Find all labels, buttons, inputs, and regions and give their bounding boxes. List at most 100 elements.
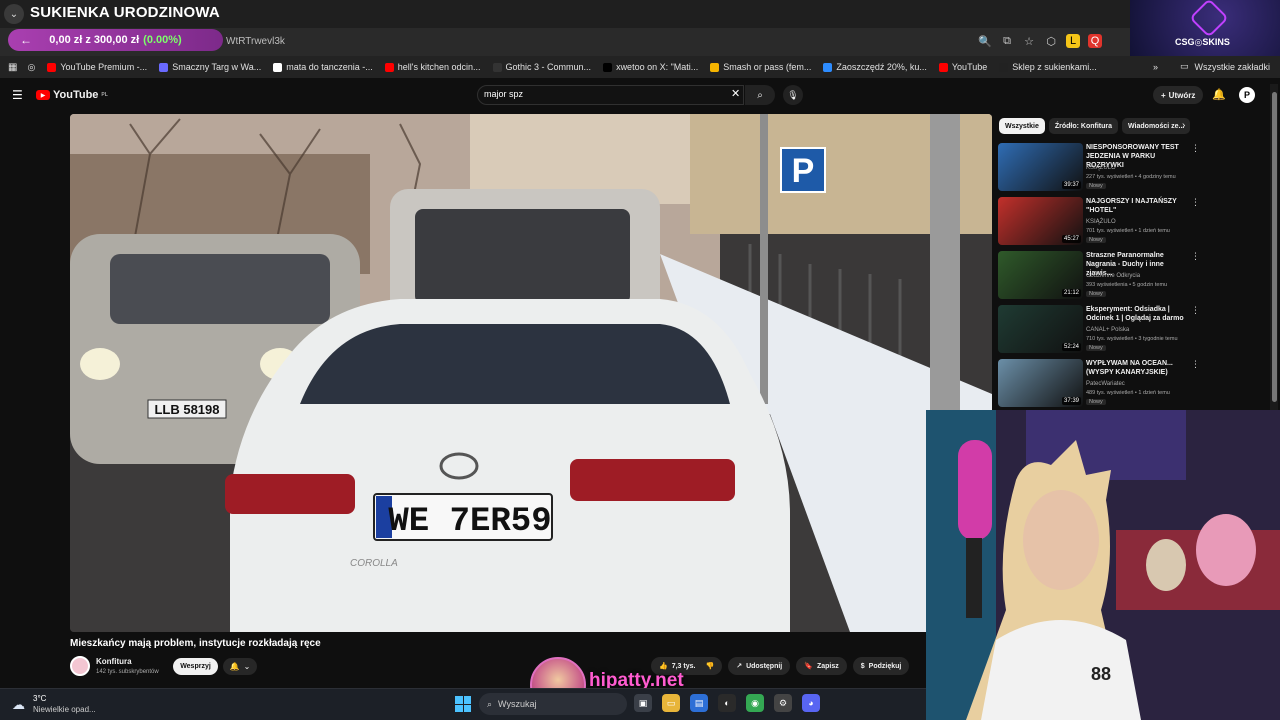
support-button[interactable]: Wesprzyj xyxy=(173,658,218,675)
video-thumbnail[interactable]: 39:37 xyxy=(998,143,1083,191)
apps-grid-icon[interactable]: ▦ xyxy=(8,62,17,73)
scrollbar-thumb[interactable] xyxy=(1272,92,1277,402)
share-button[interactable]: ↗ Udostępnij xyxy=(728,657,791,675)
video-duration: 39:37 xyxy=(1061,181,1081,189)
extension-l-icon[interactable]: L xyxy=(1066,34,1080,48)
more-options-icon[interactable]: ⋮ xyxy=(1191,197,1200,208)
extension-search-icon[interactable]: Q xyxy=(1088,34,1102,48)
new-badge: Nowy xyxy=(1086,399,1106,405)
chevron-down-icon[interactable]: ⌄ xyxy=(4,4,24,24)
settings-gear-icon[interactable]: ⚙ xyxy=(774,694,792,712)
subscription-bell-button[interactable]: 🔔 ⌄ xyxy=(223,658,257,675)
notifications-bell-icon[interactable]: 🔔 xyxy=(1212,88,1226,101)
clear-search-icon[interactable]: ✕ xyxy=(731,87,740,100)
bookmark-favicon-icon xyxy=(603,62,613,72)
like-count: 7,3 tys. xyxy=(671,662,696,670)
youtube-logo[interactable]: ▶ YouTube PL xyxy=(36,89,108,101)
windows-start-icon[interactable] xyxy=(455,696,471,712)
discord-icon[interactable]: ◕ xyxy=(802,694,820,712)
bookmark-item[interactable]: Smash or pass (fem... xyxy=(710,62,811,72)
more-options-icon[interactable]: ⋮ xyxy=(1191,305,1200,316)
cast-icon[interactable]: ⧉ xyxy=(1000,34,1014,48)
chevron-right-icon[interactable]: › xyxy=(1182,120,1185,131)
star-icon[interactable]: ☆ xyxy=(1022,34,1036,48)
all-bookmarks[interactable]: » ▭ Wszystkie zakładki xyxy=(1153,61,1270,72)
car-model-badge: COROLLA xyxy=(350,558,398,569)
url-text[interactable]: WtRTrwevl3k xyxy=(226,36,285,47)
bookmark-label: YouTube Premium -... xyxy=(60,62,148,72)
file-explorer-icon[interactable]: ▭ xyxy=(662,694,680,712)
create-button[interactable]: + Utwórz xyxy=(1153,86,1204,104)
bookmark-label: Gothic 3 - Commun... xyxy=(505,62,592,72)
cloud-rain-icon[interactable]: ☁ xyxy=(12,697,25,713)
recommended-video[interactable]: 37:39 WYPŁYWAM NA OCEAN... (WYSPY KANARYJ… xyxy=(998,359,1203,409)
video-title: Mieszkańcy mają problem, instytucje rozk… xyxy=(70,638,321,649)
more-options-icon[interactable]: ⋮ xyxy=(1191,143,1200,154)
bookmarks-bar: ▦ ◎ YouTube Premium -... Smaczny Targ w W… xyxy=(0,56,1280,78)
extension-icon[interactable]: ⬡ xyxy=(1044,34,1058,48)
bookmark-label: YouTube xyxy=(951,62,988,72)
chevron-down-icon: ⌄ xyxy=(243,662,251,671)
search-value[interactable]: major spz xyxy=(484,89,523,99)
zoom-icon[interactable]: 🔍 xyxy=(978,34,992,48)
more-bookmarks-icon[interactable]: » xyxy=(1153,62,1158,72)
recommended-channel[interactable]: CANAL+ Polska xyxy=(1086,327,1129,333)
recommended-title[interactable]: Eksperyment: Odsiadka | Odcinek 1 | Oglą… xyxy=(1086,305,1189,323)
taskbar-search[interactable]: ⌕ Wyszukaj xyxy=(479,693,627,715)
app-icon[interactable]: ◐ xyxy=(718,694,736,712)
recommended-title[interactable]: WYPŁYWAM NA OCEAN... (WYSPY KANARYJSKIE) xyxy=(1086,359,1189,377)
recommended-meta: 710 tys. wyświetleń • 3 tygodnie temu xyxy=(1086,336,1178,342)
chip-source[interactable]: Źródło: Konfitura xyxy=(1048,118,1119,134)
store-icon[interactable]: ▤ xyxy=(690,694,708,712)
recommended-channel[interactable]: PatecWariatec xyxy=(1086,381,1125,387)
video-thumbnail[interactable]: 21:12 xyxy=(998,251,1083,299)
bookmark-app-icon[interactable]: ◎ xyxy=(27,62,35,73)
bookmark-item[interactable]: YouTube Premium -... xyxy=(47,62,147,72)
save-label: Zapisz xyxy=(816,662,839,670)
bookmark-item[interactable]: mata do tanczenia -... xyxy=(273,62,373,72)
recommended-title[interactable]: NAJGORSZY I NAJTAŃSZY "HOTEL" xyxy=(1086,197,1189,215)
donation-progress: 0,00 zł z 300,00 zł xyxy=(49,34,140,46)
video-thumbnail[interactable]: 52:24 xyxy=(998,305,1083,353)
voice-search-button[interactable]: 🎙 xyxy=(783,85,803,105)
create-label: Utwórz xyxy=(1168,90,1196,100)
weather-temperature[interactable]: 3°C xyxy=(33,694,46,703)
chip-all[interactable]: Wszystkie xyxy=(999,118,1045,134)
menu-icon[interactable]: ☰ xyxy=(12,88,23,102)
recommended-channel[interactable]: Codzienne Odkrycia xyxy=(1086,273,1140,279)
video-player[interactable]: P LLB 58198 WE 7ER59 COROLLA xyxy=(70,114,992,632)
recommended-channel[interactable]: KSIĄŻULO xyxy=(1086,165,1116,171)
bookmark-item[interactable]: YouTube xyxy=(938,62,988,72)
video-thumbnail[interactable]: 37:39 xyxy=(998,359,1083,407)
bookmark-item[interactable]: xwetoo on X: "Mati... xyxy=(603,62,698,72)
bookmark-item[interactable]: Sklep z sukienkami... xyxy=(999,62,1097,72)
task-view-icon[interactable]: ▣ xyxy=(634,694,652,712)
account-avatar[interactable]: P xyxy=(1239,87,1255,103)
bookmark-item[interactable]: Smaczny Targ w Wa... xyxy=(159,62,261,72)
more-options-icon[interactable]: ⋮ xyxy=(1191,251,1200,262)
search-button[interactable]: ⌕ xyxy=(745,85,775,105)
weather-description[interactable]: Niewielkie opad... xyxy=(33,705,96,714)
more-options-icon[interactable]: ⋮ xyxy=(1191,359,1200,370)
new-badge: Nowy xyxy=(1086,291,1106,297)
thumbs-down-icon[interactable]: 👎 xyxy=(705,662,714,670)
bookmark-item[interactable]: Gothic 3 - Commun... xyxy=(492,62,592,72)
bookmark-favicon-icon xyxy=(159,62,169,72)
recommended-channel[interactable]: KSIĄŻULO xyxy=(1086,219,1116,225)
chrome-icon[interactable]: ◉ xyxy=(746,694,764,712)
channel-avatar[interactable] xyxy=(70,656,90,676)
side-car-plate: LLB 58198 xyxy=(154,402,219,417)
save-button[interactable]: 🔖 Zapisz xyxy=(796,657,847,675)
recommended-video[interactable]: 45:27 NAJGORSZY I NAJTAŃSZY "HOTEL" KSIĄŻU… xyxy=(998,197,1203,247)
recommended-video[interactable]: 21:12 Straszne Paranormalne Nagrania - Du… xyxy=(998,251,1203,301)
youtube-region: PL xyxy=(101,92,108,98)
video-thumbnail[interactable]: 45:27 xyxy=(998,197,1083,245)
recommended-video[interactable]: 52:24 Eksperyment: Odsiadka | Odcinek 1 |… xyxy=(998,305,1203,355)
chip-news[interactable]: Wiadomości ze... xyxy=(1122,118,1191,134)
recommended-video[interactable]: 39:37 NIESPONSOROWANY TEST JEDZENIA W PAR… xyxy=(998,143,1203,193)
thanks-button[interactable]: $ Podziękuj xyxy=(852,657,910,675)
bookmark-item[interactable]: Zaoszczędź 20%, ku... xyxy=(823,62,927,72)
taskbar-apps: ▣ ▭ ▤ ◐ ◉ ⚙ ◕ xyxy=(634,694,820,712)
bookmark-item[interactable]: hell's kitchen odcin... xyxy=(384,62,481,72)
channel-name[interactable]: Konfitura xyxy=(96,657,132,666)
